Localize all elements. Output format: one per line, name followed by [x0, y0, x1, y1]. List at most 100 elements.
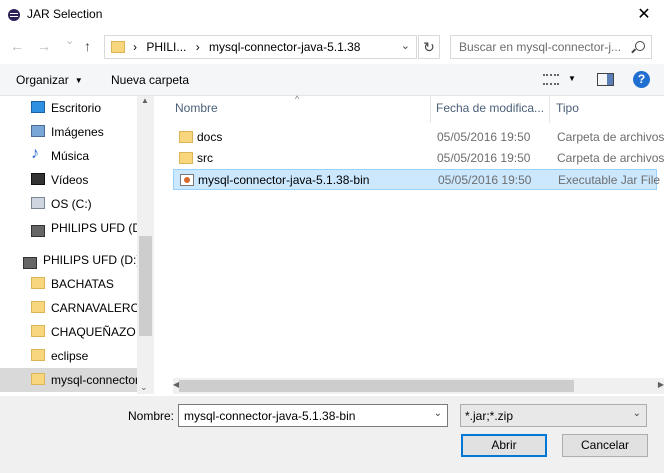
- sidebar-item-label: Vídeos: [51, 173, 89, 187]
- file-name: src: [197, 151, 213, 165]
- recent-locations-icon[interactable]: ⌄: [65, 34, 74, 47]
- usb-drive-icon: [23, 257, 37, 269]
- filter-value: *.jar;*.zip: [465, 409, 514, 423]
- sidebar-item-desktop[interactable]: Escritorio: [0, 96, 137, 120]
- forward-arrow-icon[interactable]: →: [37, 38, 51, 54]
- refresh-button[interactable]: ↻: [418, 35, 440, 59]
- column-header-type[interactable]: Tipo: [556, 101, 579, 123]
- file-date: 05/05/2016 19:50: [437, 151, 531, 165]
- column-header-date[interactable]: Fecha de modifica...: [436, 101, 544, 123]
- breadcrumb-current[interactable]: mysql-connector-java-5.1.38: [209, 40, 360, 54]
- organize-button[interactable]: Organizar ▼: [16, 73, 83, 87]
- sidebar-item-usb-drive[interactable]: PHILIPS UFD (D:): [0, 216, 137, 240]
- command-toolbar: Organizar ▼ Nueva carpeta ▼ ?: [0, 64, 664, 96]
- scroll-up-icon[interactable]: ▲: [141, 96, 149, 105]
- breadcrumb-root[interactable]: PHILI...: [146, 40, 186, 54]
- chevron-down-icon[interactable]: ⌄: [140, 382, 148, 393]
- sidebar-item-label: PHILIPS UFD (D:): [43, 253, 137, 267]
- eclipse-app-icon: [8, 9, 20, 21]
- title-bar: JAR Selection ✕: [0, 0, 664, 30]
- help-icon[interactable]: ?: [633, 71, 650, 88]
- sidebar-item-label: Escritorio: [51, 101, 102, 115]
- sidebar-item-pictures[interactable]: Imágenes: [0, 120, 137, 144]
- column-divider[interactable]: [549, 96, 550, 123]
- up-arrow-icon[interactable]: ↑: [84, 38, 91, 54]
- sidebar-item-folder-selected[interactable]: mysql-connector-java-5.1.38: [0, 368, 137, 392]
- search-placeholder: Buscar en mysql-connector-j...: [459, 40, 622, 54]
- dialog-footer: Nombre: mysql-connector-java-5.1.38-bin …: [0, 396, 664, 473]
- column-divider[interactable]: [430, 96, 431, 123]
- scrollbar-thumb[interactable]: [179, 380, 574, 392]
- sidebar-item-videos[interactable]: Vídeos: [0, 168, 137, 192]
- sidebar-item-folder[interactable]: CHAQUEÑAZO 2: [0, 320, 137, 344]
- navigation-bar: ← → ⌄ ↑ › PHILI... › mysql-connector-jav…: [0, 32, 664, 62]
- file-row[interactable]: docs 05/05/2016 19:50 Carpeta de archivo…: [173, 127, 664, 148]
- folder-icon: [31, 301, 45, 313]
- file-type: Carpeta de archivos: [557, 151, 664, 165]
- scroll-right-icon[interactable]: ▶: [658, 380, 664, 389]
- caret-down-icon[interactable]: ▼: [568, 74, 576, 83]
- file-name: mysql-connector-java-5.1.38-bin: [198, 173, 370, 187]
- sort-ascending-icon: ^: [295, 94, 300, 104]
- caret-down-icon: ▼: [74, 76, 83, 85]
- folder-icon: [31, 277, 45, 289]
- close-button[interactable]: ✕: [624, 0, 664, 30]
- sidebar-item-label: BACHATAS: [51, 277, 114, 291]
- filename-value: mysql-connector-java-5.1.38-bin: [184, 409, 356, 423]
- folder-icon: [31, 373, 45, 385]
- file-type-filter[interactable]: *.jar;*.zip ⌄: [460, 404, 647, 427]
- file-type: Executable Jar File: [558, 173, 661, 187]
- sidebar-item-music[interactable]: Música: [0, 144, 137, 168]
- sidebar-item-folder[interactable]: BACHATAS: [0, 272, 137, 296]
- jar-file-icon: [180, 174, 194, 186]
- organize-label: Organizar: [16, 73, 69, 87]
- file-row[interactable]: src 05/05/2016 19:50 Carpeta de archivos: [173, 148, 664, 169]
- address-bar[interactable]: › PHILI... › mysql-connector-java-5.1.38…: [104, 35, 417, 59]
- sidebar-item-label: CARNAVALERO: [51, 301, 137, 315]
- drive-icon: [31, 197, 45, 209]
- sidebar-item-folder[interactable]: eclipse: [0, 344, 137, 368]
- back-arrow-icon[interactable]: ←: [10, 38, 24, 54]
- sidebar-scrollbar[interactable]: ▲ ⌄: [137, 96, 154, 394]
- scrollbar-thumb[interactable]: [139, 236, 152, 336]
- horizontal-scrollbar[interactable]: ◀ ▶: [173, 378, 664, 394]
- file-list: ^ Nombre Fecha de modifica... Tipo docs …: [165, 94, 664, 394]
- sidebar-item-label: Música: [51, 149, 90, 163]
- sidebar-item-label: eclipse: [51, 349, 89, 363]
- search-input[interactable]: Buscar en mysql-connector-j...: [450, 35, 652, 59]
- breadcrumb-separator: ›: [133, 40, 137, 54]
- view-details-icon[interactable]: [543, 74, 559, 85]
- folder-icon: [179, 131, 193, 143]
- pictures-icon: [31, 125, 45, 137]
- chevron-down-icon[interactable]: ⌄: [434, 408, 442, 419]
- file-row-selected[interactable]: mysql-connector-java-5.1.38-bin 05/05/20…: [173, 169, 661, 190]
- sidebar-item-label: OS (C:): [51, 197, 92, 211]
- sidebar-item-label: CHAQUEÑAZO 2: [51, 325, 137, 339]
- preview-pane-icon[interactable]: [597, 73, 614, 86]
- folder-icon: [179, 152, 193, 164]
- file-date: 05/05/2016 19:50: [437, 130, 531, 144]
- file-date: 05/05/2016 19:50: [438, 173, 532, 187]
- column-header-name[interactable]: Nombre: [175, 101, 218, 123]
- filename-label: Nombre:: [128, 409, 175, 423]
- usb-drive-icon: [31, 225, 45, 237]
- sidebar-item-os-drive[interactable]: OS (C:): [0, 192, 137, 216]
- search-icon[interactable]: [635, 41, 645, 51]
- desktop-icon: [31, 101, 45, 113]
- folder-icon: [31, 325, 45, 337]
- sidebar-item-folder[interactable]: CARNAVALERO: [0, 296, 137, 320]
- file-type: Carpeta de archivos: [557, 130, 664, 144]
- chevron-down-icon[interactable]: ⌄: [401, 39, 410, 52]
- sidebar-item-label: PHILIPS UFD (D:): [51, 221, 137, 235]
- breadcrumb-separator: ›: [195, 40, 200, 54]
- folder-icon: [111, 41, 125, 53]
- sidebar-item-usb-drive[interactable]: PHILIPS UFD (D:): [0, 248, 137, 272]
- new-folder-button[interactable]: Nueva carpeta: [111, 73, 189, 87]
- folder-icon: [31, 349, 45, 361]
- filename-input[interactable]: mysql-connector-java-5.1.38-bin ⌄: [178, 404, 448, 427]
- chevron-down-icon[interactable]: ⌄: [633, 408, 641, 419]
- cancel-button[interactable]: Cancelar: [562, 434, 648, 457]
- window-title: JAR Selection: [27, 7, 103, 21]
- open-button[interactable]: Abrir: [461, 434, 547, 457]
- music-icon: [31, 145, 45, 163]
